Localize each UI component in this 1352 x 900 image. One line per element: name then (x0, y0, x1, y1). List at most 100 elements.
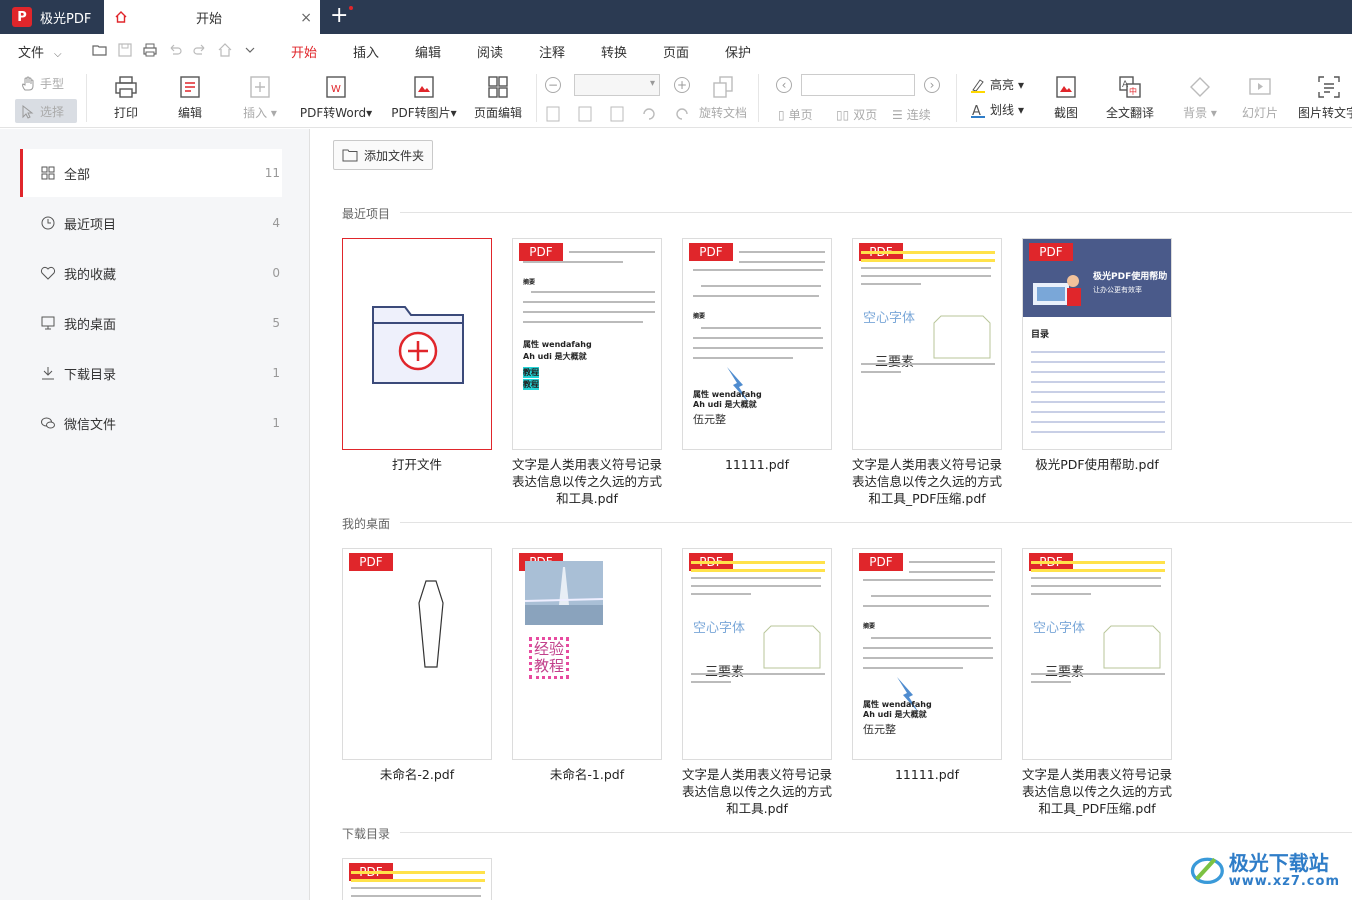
chevron-down-icon: ▾ (366, 106, 373, 120)
tab-annotate[interactable]: 注释 (539, 42, 565, 61)
page-edit-button[interactable]: 页面编辑 (470, 74, 526, 121)
svg-text:W: W (331, 84, 341, 95)
zoom-out-icon[interactable]: − (545, 77, 561, 93)
watermark-url: www.xz7.com (1228, 873, 1340, 889)
highlight-label: 高亮 (990, 78, 1015, 92)
file-thumbnail[interactable]: PDF 极光PDF使用帮助 让办公更有效率 目录 (1022, 238, 1172, 450)
tab-page[interactable]: 页面 (663, 42, 689, 61)
pdf-to-word-button[interactable]: W PDF转Word▾ (296, 74, 376, 121)
select-tool-button[interactable]: 选择 (20, 103, 64, 120)
sidebar-item-count: 4 (272, 216, 280, 230)
background-button[interactable]: 背景 ▾ (1176, 74, 1224, 121)
file-thumbnail[interactable]: PDF 空心字体 三要素 (1022, 548, 1172, 760)
sidebar-item-all[interactable]: 全部 11 (20, 149, 282, 197)
paint-bucket-icon (1190, 77, 1210, 97)
single-page-button[interactable]: ▯ 单页 (778, 106, 813, 123)
strikethrough-button[interactable]: A 划线 ▾ (970, 101, 1024, 118)
file-name: 未命名-2.pdf (379, 767, 455, 782)
rotate-document-button[interactable]: 旋转文档 (698, 74, 748, 121)
double-page-button[interactable]: ▯▯ 双页 (836, 106, 877, 123)
next-page-icon[interactable]: › (924, 77, 940, 93)
file-name: 极光PDF使用帮助.pdf (1035, 457, 1159, 472)
app-tab[interactable]: P 极光PDF (0, 0, 100, 34)
tab-start[interactable]: 开始 (286, 42, 322, 69)
pdf-to-image-button[interactable]: PDF转图片▾ (388, 74, 460, 121)
file-thumbnail[interactable]: PDF 空心字体 三要素 (852, 238, 1002, 450)
chevron-down-icon[interactable] (242, 42, 258, 58)
new-tab-button[interactable]: + (330, 4, 354, 28)
file-thumbnail[interactable]: PDF 摘要 属性 wendafahg Ah udi 是大概就 教程 教程 (512, 238, 662, 450)
print-button[interactable]: 打印 (108, 74, 144, 121)
cursor-icon (22, 104, 34, 119)
file-thumbnail[interactable]: PDF 空心字体 三要素 (682, 548, 832, 760)
file-thumbnail[interactable]: PDF 摘要 属性 wendafahg Ah udi 是大概就 伍元整 (852, 548, 1002, 760)
menu-bar: 文件 ⌵ 开始 插入 编辑 阅读 注释 转换 页面 保护 (0, 34, 1352, 69)
section-title-recent: 最近项目 (342, 207, 391, 221)
pdf-badge: PDF (1029, 243, 1073, 261)
save-icon[interactable] (117, 42, 133, 58)
thumb-text: 伍元整 (693, 413, 726, 426)
fit-width-icon[interactable] (578, 106, 592, 122)
add-folder-button[interactable]: 添加文件夹 (333, 140, 433, 170)
tab-edit[interactable]: 编辑 (415, 42, 441, 61)
file-menu[interactable]: 文件 ⌵ (18, 42, 62, 61)
double-page-icon: ▯▯ (836, 107, 850, 122)
undo-icon[interactable] (167, 42, 183, 58)
sidebar-item-desktop[interactable]: 我的桌面 5 (20, 299, 282, 347)
single-page-icon: ▯ (778, 107, 785, 122)
tab-protect[interactable]: 保护 (725, 42, 751, 61)
edit-button[interactable]: 编辑 (172, 74, 208, 121)
redo-icon[interactable] (192, 42, 208, 58)
translate-label: 全文翻译 (1105, 106, 1154, 120)
section-divider (400, 522, 1352, 523)
thumb-text: 伍元整 (863, 723, 896, 736)
hand-tool-button[interactable]: 手型 (20, 75, 64, 92)
sidebar-item-label: 全部 (64, 167, 91, 183)
file-thumbnail[interactable]: PDF 经验 教程 (512, 548, 662, 760)
document-tab[interactable]: 开始 × (104, 0, 320, 34)
highlight-button[interactable]: 高亮 ▾ (970, 76, 1024, 93)
sidebar-item-wechat[interactable]: 微信文件 1 (20, 399, 282, 447)
file-thumbnail[interactable]: PDF (342, 548, 492, 760)
rotate-document-label: 旋转文档 (698, 106, 747, 120)
tab-read[interactable]: 阅读 (477, 42, 503, 61)
zoom-select[interactable]: ▾ (574, 74, 660, 96)
continuous-button[interactable]: ☰ 连续 (892, 106, 931, 123)
pdf-badge: PDF (689, 243, 733, 261)
sidebar-item-recent[interactable]: 最近项目 4 (20, 199, 282, 247)
actual-size-icon[interactable] (546, 106, 560, 122)
sidebar: 全部 11 最近项目 4 我的收藏 0 我的桌面 5 下载目录 1 微信文件 1 (0, 129, 310, 900)
chevron-down-icon: ▾ (450, 106, 457, 120)
site-watermark: 极光下载站 www.xz7.com (1190, 848, 1340, 892)
page-number-input[interactable] (801, 74, 915, 96)
sidebar-item-downloads[interactable]: 下载目录 1 (20, 349, 282, 397)
file-thumbnail[interactable]: PDF 摘要 属性 wendafahg Ah udi 是大概就 伍元整 (682, 238, 832, 450)
close-tab-icon[interactable]: × (300, 10, 312, 26)
previous-page-icon[interactable]: ‹ (776, 77, 792, 93)
rotate-right-icon[interactable] (674, 106, 690, 122)
fit-page-icon[interactable] (610, 106, 624, 122)
tab-convert[interactable]: 转换 (601, 42, 627, 61)
file-name: 打开文件 (391, 457, 442, 472)
open-file-card[interactable] (342, 238, 492, 450)
insert-button[interactable]: 插入 ▾ (234, 74, 286, 121)
strike-icon: A (971, 104, 985, 118)
chevron-down-icon: ⌵ (54, 49, 62, 60)
desktop-icon (41, 316, 55, 330)
home-icon[interactable] (217, 42, 233, 58)
grid-pages-icon (488, 76, 508, 98)
translate-button[interactable]: A中 全文翻译 (1102, 74, 1158, 121)
file-name: 文字是人类用表义符号记录表达信息以传之久远的方式和工具.pdf (511, 457, 662, 506)
zoom-in-icon[interactable]: + (674, 77, 690, 93)
screenshot-button[interactable]: 截图 (1048, 74, 1084, 121)
slideshow-button[interactable]: 幻灯片 (1240, 74, 1280, 121)
sidebar-item-favorites[interactable]: 我的收藏 0 (20, 249, 282, 297)
image-to-text-button[interactable]: 图片转文字 (1298, 74, 1352, 121)
thumb-text: 教程 (534, 657, 565, 675)
tab-insert[interactable]: 插入 (353, 42, 379, 61)
open-folder-icon[interactable] (92, 42, 108, 58)
print-icon[interactable] (142, 42, 158, 58)
file-thumbnail[interactable]: PDF (342, 858, 492, 900)
rotate-left-icon[interactable] (641, 106, 657, 122)
title-bar: P 极光PDF 开始 × + (0, 0, 1352, 34)
